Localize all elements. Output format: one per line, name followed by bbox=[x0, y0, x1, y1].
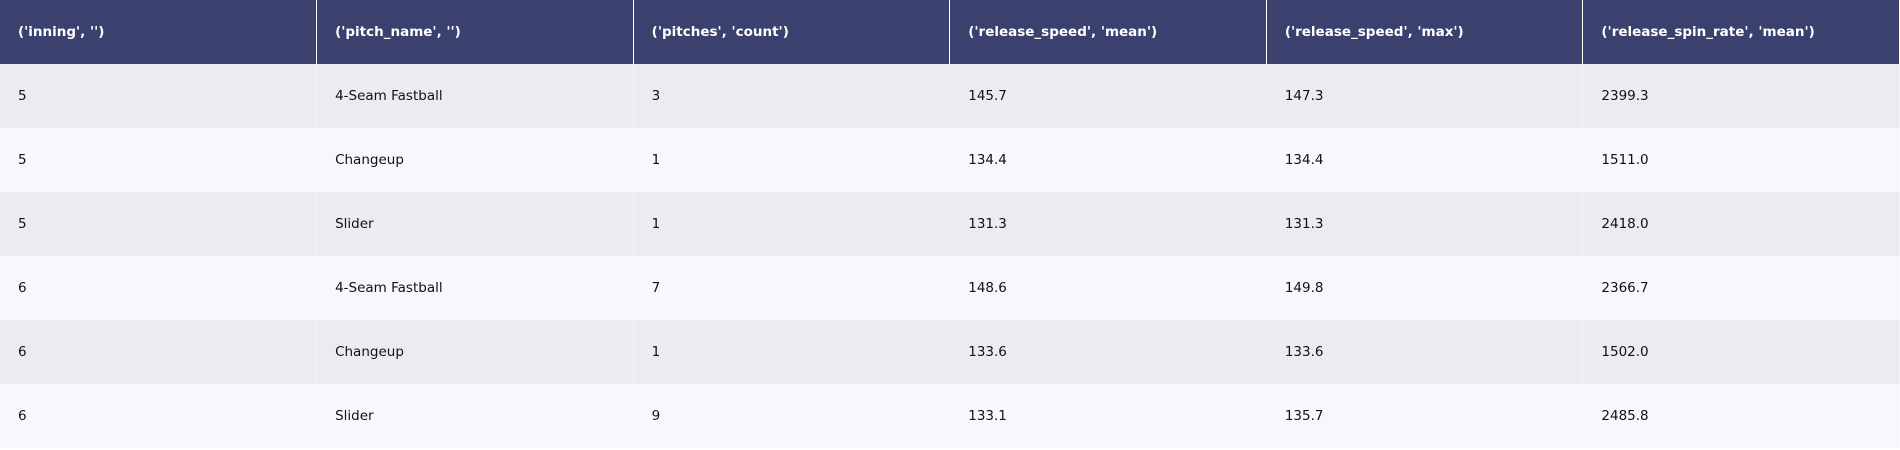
cell-inning: 5 bbox=[0, 192, 318, 256]
cell-release-speed-max: 134.4 bbox=[1266, 128, 1584, 192]
column-header-inning: ('inning', '') bbox=[0, 0, 318, 64]
cell-pitches-count: 1 bbox=[633, 320, 951, 384]
header-row: ('inning', '') ('pitch_name', '') ('pitc… bbox=[0, 0, 1900, 64]
cell-pitches-count: 1 bbox=[633, 192, 951, 256]
cell-release-speed-max: 133.6 bbox=[1266, 320, 1584, 384]
cell-pitch-name: Slider bbox=[316, 384, 634, 448]
column-header-pitches-count: ('pitches', 'count') bbox=[633, 0, 951, 64]
cell-release-speed-mean: 134.4 bbox=[949, 128, 1267, 192]
cell-pitches-count: 1 bbox=[633, 128, 951, 192]
table-row: 6 Changeup 1 133.6 133.6 1502.0 bbox=[0, 320, 1900, 384]
cell-release-spin-rate-mean: 2399.3 bbox=[1582, 64, 1900, 128]
cell-pitch-name: 4-Seam Fastball bbox=[316, 64, 634, 128]
table-row: 5 4-Seam Fastball 3 145.7 147.3 2399.3 bbox=[0, 64, 1900, 128]
table-body: 5 4-Seam Fastball 3 145.7 147.3 2399.3 5… bbox=[0, 64, 1900, 448]
cell-release-speed-max: 147.3 bbox=[1266, 64, 1584, 128]
cell-release-spin-rate-mean: 1502.0 bbox=[1582, 320, 1900, 384]
cell-release-speed-mean: 133.6 bbox=[949, 320, 1267, 384]
cell-release-speed-mean: 133.1 bbox=[949, 384, 1267, 448]
cell-release-spin-rate-mean: 2366.7 bbox=[1582, 256, 1900, 320]
table-row: 6 Slider 9 133.1 135.7 2485.8 bbox=[0, 384, 1900, 448]
cell-release-speed-max: 131.3 bbox=[1266, 192, 1584, 256]
cell-release-speed-mean: 145.7 bbox=[949, 64, 1267, 128]
cell-pitches-count: 3 bbox=[633, 64, 951, 128]
column-header-pitch-name: ('pitch_name', '') bbox=[316, 0, 634, 64]
cell-inning: 5 bbox=[0, 64, 318, 128]
cell-release-speed-max: 135.7 bbox=[1266, 384, 1584, 448]
cell-inning: 6 bbox=[0, 384, 318, 448]
table-row: 5 Changeup 1 134.4 134.4 1511.0 bbox=[0, 128, 1900, 192]
column-header-release-speed-mean: ('release_speed', 'mean') bbox=[949, 0, 1267, 64]
pitch-stats-table: ('inning', '') ('pitch_name', '') ('pitc… bbox=[0, 0, 1900, 448]
cell-inning: 6 bbox=[0, 320, 318, 384]
table-row: 6 4-Seam Fastball 7 148.6 149.8 2366.7 bbox=[0, 256, 1900, 320]
cell-release-speed-mean: 148.6 bbox=[949, 256, 1267, 320]
cell-pitches-count: 7 bbox=[633, 256, 951, 320]
cell-pitch-name: 4-Seam Fastball bbox=[316, 256, 634, 320]
cell-release-spin-rate-mean: 2485.8 bbox=[1582, 384, 1900, 448]
table-header: ('inning', '') ('pitch_name', '') ('pitc… bbox=[0, 0, 1900, 64]
column-header-release-speed-max: ('release_speed', 'max') bbox=[1266, 0, 1584, 64]
column-header-release-spin-rate-mean: ('release_spin_rate', 'mean') bbox=[1582, 0, 1900, 64]
cell-release-speed-mean: 131.3 bbox=[949, 192, 1267, 256]
cell-release-spin-rate-mean: 2418.0 bbox=[1582, 192, 1900, 256]
cell-inning: 5 bbox=[0, 128, 318, 192]
cell-release-spin-rate-mean: 1511.0 bbox=[1582, 128, 1900, 192]
cell-inning: 6 bbox=[0, 256, 318, 320]
cell-pitch-name: Changeup bbox=[316, 128, 634, 192]
cell-pitches-count: 9 bbox=[633, 384, 951, 448]
table-row: 5 Slider 1 131.3 131.3 2418.0 bbox=[0, 192, 1900, 256]
cell-release-speed-max: 149.8 bbox=[1266, 256, 1584, 320]
cell-pitch-name: Changeup bbox=[316, 320, 634, 384]
cell-pitch-name: Slider bbox=[316, 192, 634, 256]
